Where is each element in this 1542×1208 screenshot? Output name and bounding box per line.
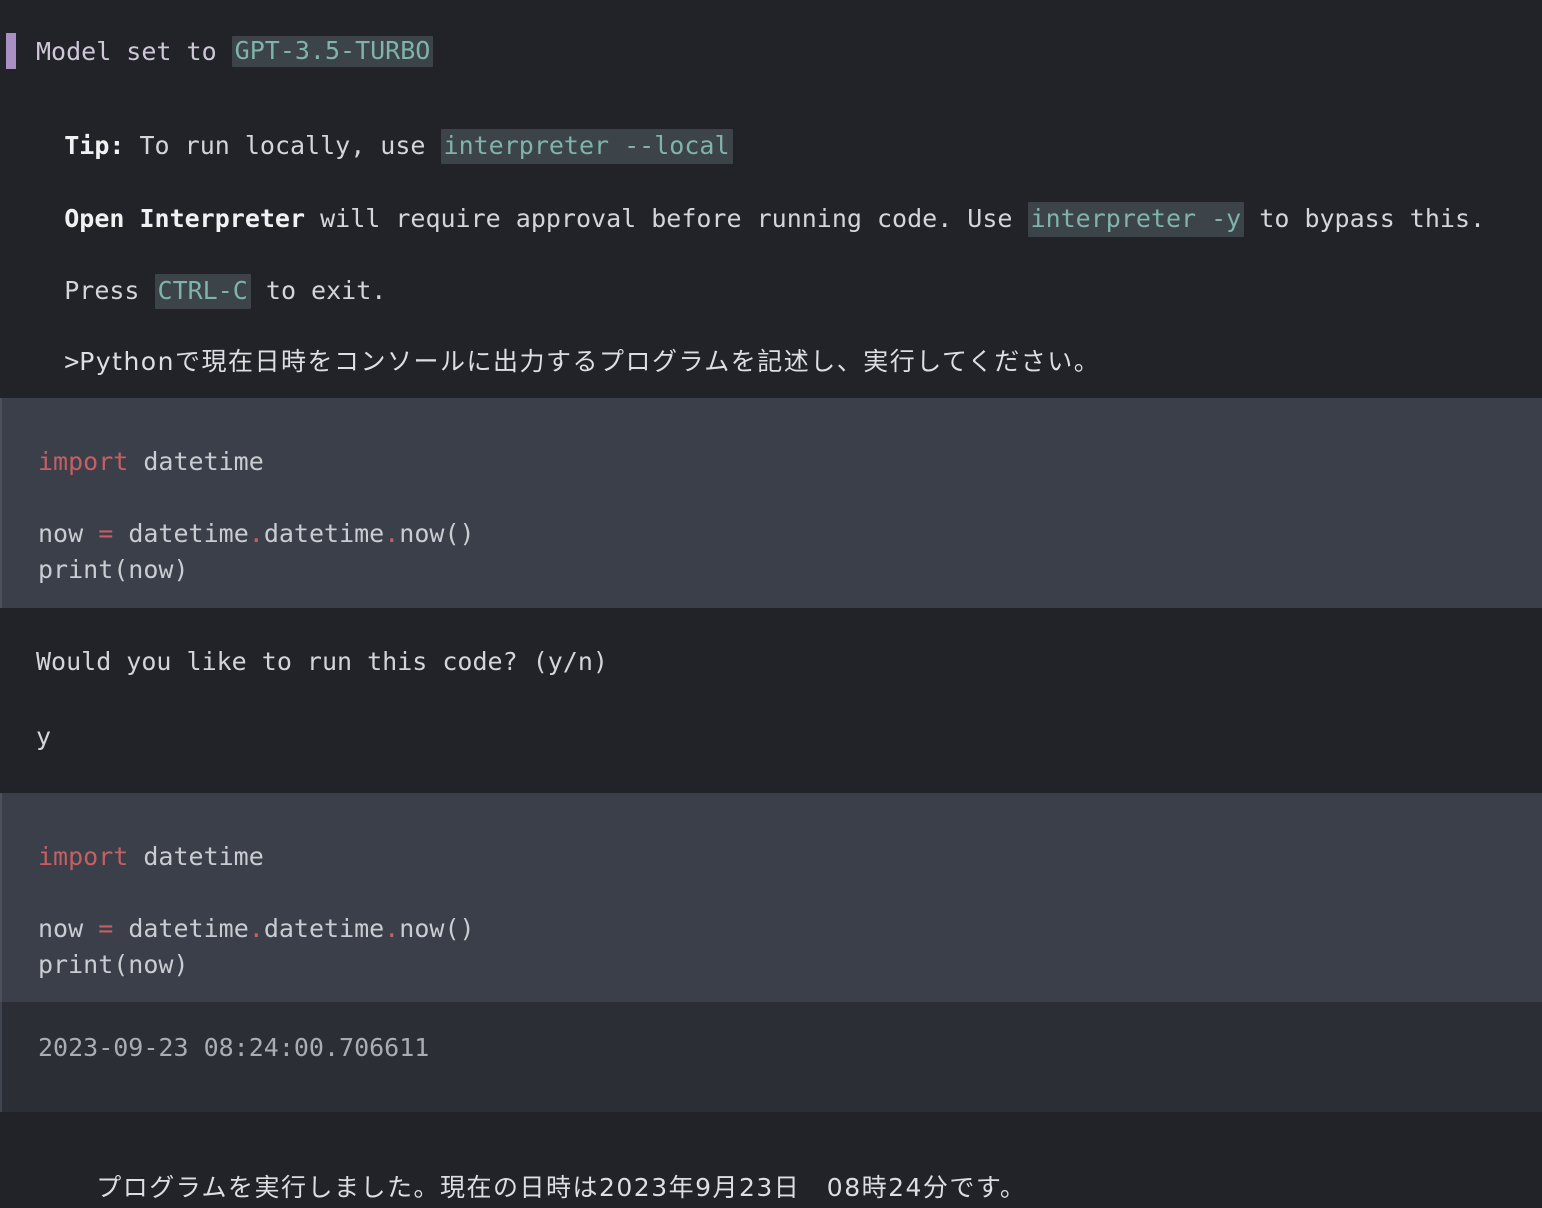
code-token: now [38,519,99,548]
approval-text-middle: will require approval before running cod… [305,204,1028,233]
code-token: now [38,914,99,943]
exit-text-before: Press [64,276,155,305]
code-token: print(now) [38,950,189,979]
code-token: datetime [263,914,385,943]
run-confirmation-answer[interactable]: y [0,724,1542,749]
tip-command-chip: interpreter --local [440,129,733,164]
user-prompt-line: >Pythonで現在日時をコンソールに出力するプログラムを記述し、実行してくださ… [0,324,1542,399]
code-block-executed-content: import datetime now = datetime.datetime.… [2,793,1542,983]
code-token: import [38,842,129,871]
code-token: . [384,519,400,548]
accent-bar-icon [6,33,16,69]
terminal-window: Model set to GPT-3.5-TURBO Tip: To run l… [0,0,1542,1208]
execution-output-panel: 2023-09-23 08:24:00.706611 [0,1002,1542,1112]
exit-notice-line: Press CTRL-C to exit. [0,253,1542,328]
model-set-label: Model set to [36,36,232,66]
code-line: now = datetime.datetime.now() [38,516,1542,552]
code-line: print(now) [38,552,1542,588]
code-line: now = datetime.datetime.now() [38,911,1542,947]
code-token: datetime [113,914,249,943]
code-block-proposed: import datetime now = datetime.datetime.… [0,398,1542,608]
approval-product-name: Open Interpreter [64,204,306,233]
code-line: import datetime [38,839,1542,875]
code-token: = [98,914,114,943]
code-token: now() [399,519,475,548]
code-line: print(now) [38,947,1542,983]
assistant-summary-line: プログラムを実行しました。現在の日時は2023年9月23日 08時24分です。 [0,1150,1542,1208]
code-token: datetime [263,519,385,548]
code-token: datetime [113,519,249,548]
tip-line: Tip: To run locally, use interpreter --l… [0,108,1542,183]
tip-label: Tip: [64,131,125,160]
model-status-line: Model set to GPT-3.5-TURBO [0,30,434,72]
code-token: = [98,519,114,548]
prompt-marker: > [64,347,80,376]
code-token: print(now) [38,555,189,584]
code-token: datetime [128,447,264,476]
code-token: datetime [128,842,264,871]
approval-text-after: to bypass this. [1244,204,1486,233]
code-token: import [38,447,129,476]
approval-notice-line: Open Interpreter will require approval b… [0,181,1542,256]
exit-key-chip: CTRL-C [154,274,251,309]
execution-output-text: 2023-09-23 08:24:00.706611 [38,1033,430,1062]
assistant-summary-text: プログラムを実行しました。現在の日時は2023年9月23日 08時24分です。 [96,1173,1027,1202]
code-line: import datetime [38,444,1542,480]
code-block-executed: import datetime now = datetime.datetime.… [0,793,1542,1002]
model-name-chip: GPT-3.5-TURBO [231,35,434,67]
approval-command-chip: interpreter -y [1027,202,1245,237]
code-token: . [384,914,400,943]
user-prompt-text: Pythonで現在日時をコンソールに出力するプログラムを記述し、実行してください… [79,347,1101,376]
code-token: . [248,914,264,943]
code-token: now() [399,914,475,943]
code-block-proposed-content: import datetime now = datetime.datetime.… [2,398,1542,588]
run-confirmation-question: Would you like to run this code? (y/n) [36,647,608,676]
tip-text: To run locally, use [124,131,441,160]
code-token: . [248,519,264,548]
exit-text-after: to exit. [250,276,387,305]
